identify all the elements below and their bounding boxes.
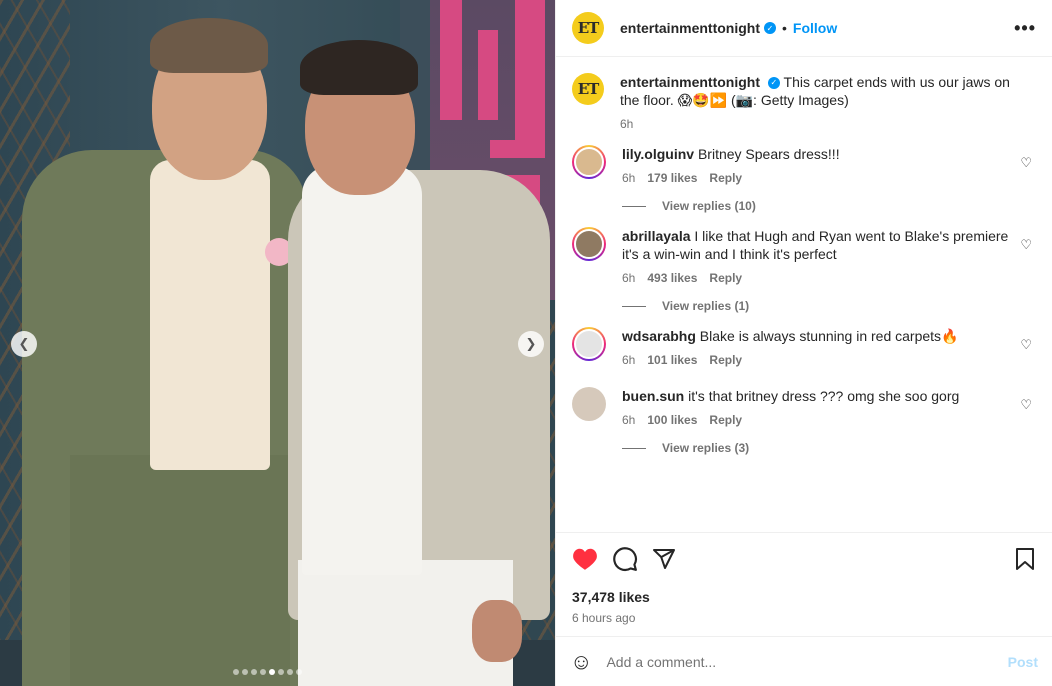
verified-badge-icon: ✓ — [767, 77, 780, 90]
more-options-button[interactable]: ••• — [1014, 18, 1036, 39]
replies-divider — [622, 447, 646, 449]
reply-button[interactable]: Reply — [709, 353, 742, 367]
heart-outline-icon[interactable]: ♡ — [1020, 155, 1032, 171]
account-username[interactable]: entertainmenttonight — [620, 20, 760, 36]
avatar[interactable] — [572, 145, 606, 179]
person-left-pants — [70, 455, 290, 686]
heart-outline-icon[interactable]: ♡ — [1020, 397, 1032, 413]
follow-button[interactable]: Follow — [793, 20, 837, 36]
caption-avatar[interactable]: ET — [572, 73, 604, 105]
comment-item: lily.olguinv Britney Spears dress!!! 6h … — [572, 145, 1036, 185]
like-button[interactable] — [572, 547, 598, 571]
comment-likes[interactable]: 179 likes — [647, 171, 697, 185]
comment-likes[interactable]: 101 likes — [647, 353, 697, 367]
comment-icon — [613, 547, 638, 572]
chevron-left-icon: ❮ — [18, 336, 30, 351]
comment-text-line2: it's a win-win and I think it's perfect — [622, 246, 837, 262]
carousel-dots — [233, 669, 302, 675]
post-actions: 37,478 likes 6 hours ago — [556, 532, 1052, 636]
comment-item: buen.sun it's that britney dress ??? omg… — [572, 387, 1036, 427]
comment-time: 6h — [622, 413, 636, 427]
carousel-dot-active[interactable] — [269, 669, 275, 675]
person-left-shirt — [150, 160, 270, 470]
comment-text: Britney Spears dress!!! — [697, 146, 840, 162]
comment-time: 6h — [622, 353, 636, 367]
comment-time: 6h — [622, 271, 636, 285]
comments-section[interactable]: ET entertainmenttonight ✓ This carpet en… — [556, 57, 1052, 532]
comment-button[interactable] — [612, 546, 638, 572]
post-time-ago: 6 hours ago — [572, 611, 636, 625]
ellipsis-icon: ••• — [1014, 17, 1036, 38]
account-avatar[interactable]: ET — [572, 12, 604, 44]
smiley-icon[interactable]: ☺ — [570, 649, 592, 675]
heart-outline-icon[interactable]: ♡ — [1020, 337, 1032, 353]
comment-text: I like that Hugh and Ryan went to Blake'… — [694, 228, 1009, 244]
view-replies-label: View replies (10) — [662, 199, 756, 213]
caption-time: 6h — [620, 117, 634, 131]
carousel-dot[interactable] — [260, 669, 266, 675]
comment-username[interactable]: buen.sun — [622, 388, 684, 404]
share-icon — [653, 549, 675, 569]
comment-text: Blake is always stunning in red carpets🔥 — [699, 328, 959, 344]
carousel-prev-button[interactable]: ❮ — [11, 331, 37, 357]
post-caption: ET entertainmenttonight ✓ This carpet en… — [572, 73, 1036, 131]
reply-button[interactable]: Reply — [709, 271, 742, 285]
comment-time: 6h — [622, 171, 636, 185]
post-comment-button[interactable]: Post — [1008, 654, 1038, 670]
replies-divider — [622, 205, 646, 207]
person-right-shirt — [302, 165, 422, 575]
post-header: ET entertainmenttonight ✓ • Follow ••• — [556, 0, 1052, 57]
comment-likes[interactable]: 493 likes — [647, 271, 697, 285]
instagram-post: ❮ ❯ ET entertainmenttonight ✓ • Follow •… — [0, 0, 1052, 686]
save-button[interactable] — [1014, 547, 1036, 571]
verified-badge-icon: ✓ — [764, 22, 776, 34]
comment-likes[interactable]: 100 likes — [647, 413, 697, 427]
comment-username[interactable]: wdsarabhg — [622, 328, 696, 344]
comment-username[interactable]: lily.olguinv — [622, 146, 694, 162]
carousel-next-button[interactable]: ❯ — [518, 331, 544, 357]
person-left-hair — [150, 18, 268, 73]
view-replies-label: View replies (3) — [662, 441, 750, 455]
comment-item: abrillayala I like that Hugh and Ryan we… — [572, 227, 1036, 285]
carousel-dot[interactable] — [242, 669, 248, 675]
avatar[interactable] — [572, 327, 606, 361]
view-replies-button[interactable]: View replies (1) — [622, 299, 1036, 313]
comment-input[interactable] — [606, 653, 1008, 670]
share-button[interactable] — [652, 547, 676, 571]
post-photo[interactable]: ❮ ❯ — [0, 0, 555, 686]
post-side-panel: ET entertainmenttonight ✓ • Follow ••• E… — [555, 0, 1052, 686]
comment-text: it's that britney dress ??? omg she soo … — [688, 388, 960, 404]
view-replies-label: View replies (1) — [662, 299, 750, 313]
likes-count[interactable]: 37,478 likes — [572, 589, 1036, 605]
carousel-dot[interactable] — [278, 669, 284, 675]
carousel-dot[interactable] — [233, 669, 239, 675]
reply-button[interactable]: Reply — [709, 413, 742, 427]
heart-filled-icon — [573, 548, 597, 570]
header-separator: • — [782, 20, 787, 36]
carousel-dot[interactable] — [287, 669, 293, 675]
avatar[interactable] — [572, 387, 606, 421]
chevron-right-icon: ❯ — [525, 336, 537, 351]
view-replies-button[interactable]: View replies (3) — [622, 441, 1036, 455]
comment-item: wdsarabhg Blake is always stunning in re… — [572, 327, 1036, 367]
reply-button[interactable]: Reply — [709, 171, 742, 185]
caption-username[interactable]: entertainmenttonight — [620, 74, 760, 90]
view-replies-button[interactable]: View replies (10) — [622, 199, 1036, 213]
heart-outline-icon[interactable]: ♡ — [1020, 237, 1032, 253]
avatar[interactable] — [572, 227, 606, 261]
carousel-dot[interactable] — [296, 669, 302, 675]
person-right-hand — [472, 600, 522, 662]
bookmark-icon — [1016, 548, 1034, 570]
carousel-dot[interactable] — [251, 669, 257, 675]
caption-text-line2: the floor. 😱🤩⏩ (📷: Getty Images) — [620, 92, 849, 108]
add-comment-bar: ☺ Post — [556, 636, 1052, 686]
replies-divider — [622, 305, 646, 307]
person-right-hair — [300, 40, 418, 95]
comment-username[interactable]: abrillayala — [622, 228, 691, 244]
caption-text-line1: This carpet ends with us our jaws on — [783, 74, 1010, 90]
